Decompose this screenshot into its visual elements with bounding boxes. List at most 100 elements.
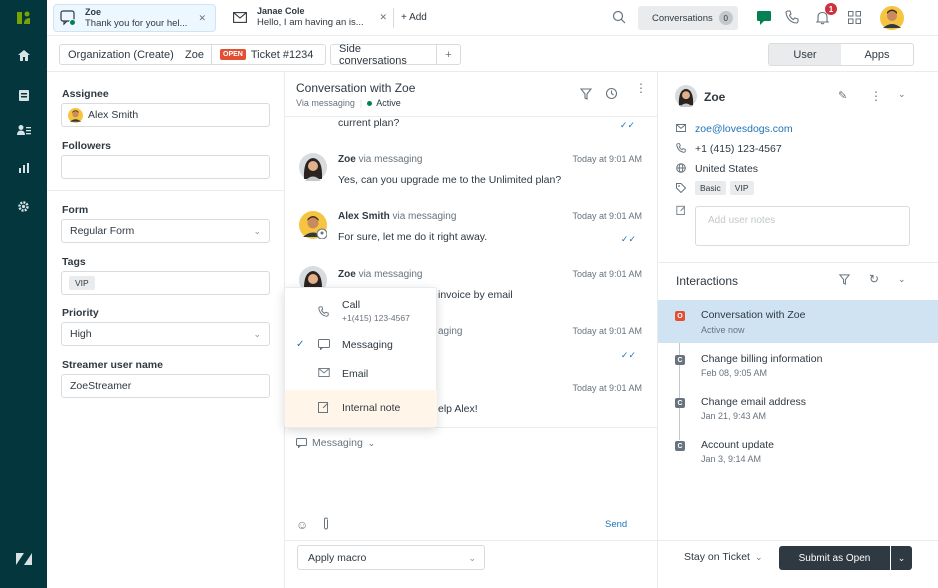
edit-pencil-icon[interactable]: ✎ (838, 89, 847, 102)
mail-icon (318, 368, 330, 377)
tab-zoe[interactable]: Zoe Thank you for your hel... ✕ (53, 4, 216, 32)
zendesk-logo[interactable] (0, 3, 47, 33)
ticket-breadcrumb[interactable]: OPEN Ticket #1234 (212, 44, 326, 65)
search-icon[interactable] (612, 10, 626, 24)
tab-title: Janae Cole (257, 6, 305, 16)
followers-field[interactable] (61, 155, 270, 179)
close-tab-icon[interactable]: ✕ (198, 13, 206, 24)
more-options-icon[interactable]: ⋮ (635, 82, 647, 94)
filter-icon[interactable] (839, 274, 850, 285)
chevron-down-icon[interactable]: ⌄ (898, 274, 906, 285)
streamer-label: Streamer user name (62, 359, 163, 371)
apply-macro-select[interactable]: Apply macro ⌄ (297, 545, 485, 570)
note-icon (676, 205, 688, 215)
add-tab-button[interactable]: + Add (401, 12, 427, 23)
add-side-conversation-button[interactable]: + (436, 44, 461, 65)
user-notes-textarea[interactable]: Add user notes (695, 206, 910, 246)
check-icon: ✓ (296, 339, 305, 350)
dropdown-item-email[interactable]: Email (285, 356, 437, 392)
phone-icon (676, 143, 688, 153)
views-icon[interactable] (0, 80, 47, 110)
form-value: Regular Form (70, 225, 135, 237)
refresh-icon[interactable]: ↻ (869, 272, 879, 286)
chevron-down-icon: ⌄ (754, 551, 763, 562)
apps-tab[interactable]: Apps (841, 44, 913, 65)
phone-icon[interactable] (785, 10, 799, 24)
main-nav (0, 0, 47, 588)
submit-options-chevron-icon[interactable]: ⌄ (891, 546, 912, 570)
tab-janae-cole[interactable]: Janae Cole Hello, I am having an is... ✕ (227, 4, 387, 32)
read-receipt-icon: ✓✓ (620, 350, 636, 360)
emoji-icon[interactable]: ☺ (296, 518, 308, 532)
message-sender: aging (438, 326, 463, 337)
dropdown-item-internal-note[interactable]: Internal note (285, 390, 437, 427)
side-conversations-button[interactable]: Side conversations (330, 43, 437, 67)
priority-select[interactable]: High ⌄ (61, 322, 270, 346)
chat-icon (296, 438, 307, 448)
history-icon[interactable] (605, 87, 618, 100)
zendesk-z-logo[interactable] (0, 544, 47, 574)
requester-breadcrumb[interactable]: Zoe (177, 44, 212, 65)
organization-breadcrumb[interactable]: Organization (Create) (59, 44, 185, 65)
interaction-title: Conversation with Zoe (701, 309, 806, 321)
tag-basic[interactable]: Basic (695, 181, 726, 195)
interaction-item[interactable]: C Change email address Jan 21, 9:43 AM (658, 387, 938, 430)
assignee-field[interactable]: Alex Smith (61, 103, 270, 127)
tab-title: Zoe (85, 7, 102, 17)
apps-grid-icon[interactable] (848, 11, 861, 24)
close-tab-icon[interactable]: ✕ (379, 12, 387, 23)
streamer-input[interactable]: ZoeStreamer (61, 374, 270, 398)
alex-avatar (299, 211, 327, 239)
form-select[interactable]: Regular Form ⌄ (61, 219, 270, 243)
chevron-down-icon: ⌄ (253, 329, 261, 339)
customers-icon[interactable] (0, 115, 47, 145)
stay-on-ticket-select[interactable]: Stay on Ticket ⌄ (684, 551, 763, 563)
tab-bar: Zoe Thank you for your hel... ✕ Janae Co… (47, 0, 938, 36)
interaction-item[interactable]: C Change billing information Feb 08, 9:0… (658, 344, 938, 387)
dropdown-item-label: Messaging (342, 339, 393, 351)
conversations-label: Conversations (652, 12, 713, 24)
user-email[interactable]: zoe@lovesdogs.com (695, 123, 793, 135)
more-options-icon[interactable]: ⋮ (870, 89, 882, 103)
message-text: For sure, let me do it right away. (338, 231, 488, 243)
home-icon[interactable] (0, 40, 47, 70)
user-name: Zoe (704, 90, 726, 104)
read-receipt-icon: ✓✓ (620, 234, 636, 244)
composer-channel-select[interactable]: Messaging ⌄ (296, 437, 375, 449)
agent-avatar[interactable] (880, 6, 904, 30)
tag-vip[interactable]: VIP (729, 181, 754, 195)
dropdown-item-label: Email (342, 368, 369, 380)
chat-status-icon[interactable] (756, 10, 772, 26)
tag-vip[interactable]: VIP (69, 276, 95, 290)
globe-icon (676, 163, 688, 173)
interaction-item[interactable]: O Conversation with Zoe Active now (658, 300, 938, 343)
mail-icon (676, 124, 688, 132)
ticket-fields-panel: Assignee Alex Smith Followers Form Regul… (47, 72, 285, 588)
user-country: United States (695, 163, 759, 175)
apply-macro-label: Apply macro (308, 551, 367, 564)
conversations-button[interactable]: Conversations 0 (638, 6, 738, 30)
tags-field[interactable]: VIP (61, 271, 270, 295)
ticket-header-bar: Organization (Create) Zoe OPEN Ticket #1… (47, 36, 938, 72)
active-status-dot (367, 100, 373, 106)
user-tab[interactable]: User (769, 44, 841, 65)
ticket-number: Ticket #1234 (250, 48, 314, 61)
interaction-badge: C (675, 441, 685, 451)
chevron-down-icon[interactable]: ⌄ (898, 89, 906, 100)
filter-icon[interactable] (580, 88, 592, 100)
interaction-item[interactable]: C Account update Jan 3, 9:14 AM (658, 430, 938, 473)
active-status: Active (376, 98, 401, 108)
mail-icon (233, 12, 247, 23)
message-time: Today at 9:01 AM (572, 154, 642, 164)
chat-icon (318, 339, 330, 350)
reporting-icon[interactable] (0, 153, 47, 183)
dropdown-item-call[interactable]: Call +1(415) 123-4567 (285, 291, 437, 327)
submit-button[interactable]: Submit as Open (779, 546, 890, 570)
status-badge: OPEN (220, 49, 246, 60)
admin-gear-icon[interactable] (0, 191, 47, 221)
assignee-avatar (68, 107, 83, 123)
attachment-icon[interactable] (322, 517, 330, 530)
send-button[interactable]: Send (605, 519, 627, 530)
chevron-down-icon: ⌄ (468, 553, 476, 563)
message-sender: Alex Smith via messaging (338, 211, 457, 222)
